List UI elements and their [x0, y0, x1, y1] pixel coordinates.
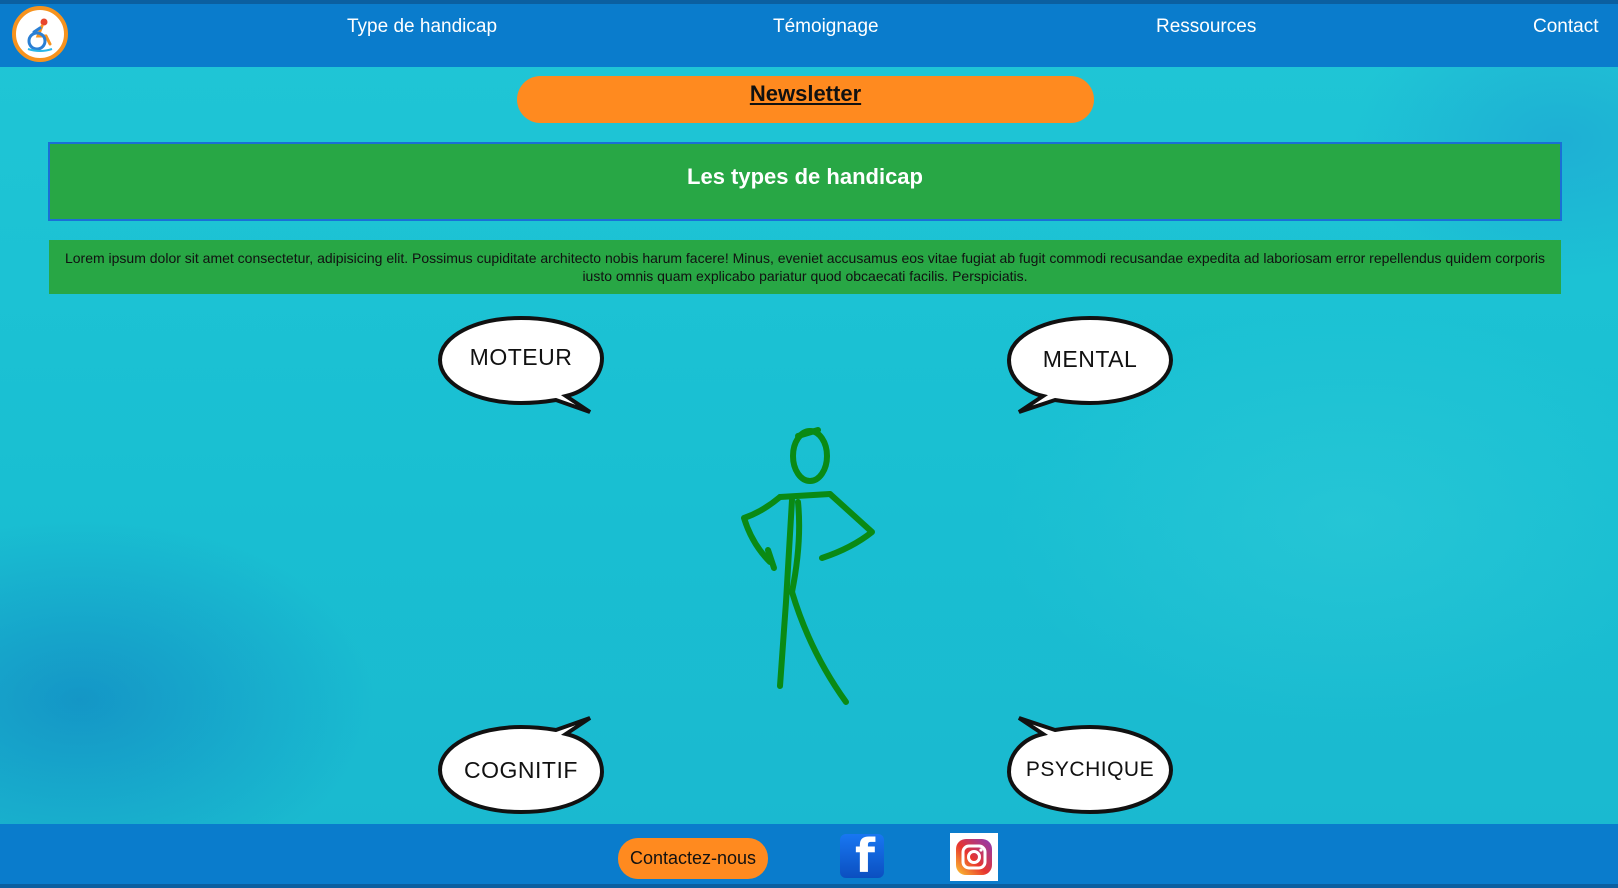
page-title: Les types de handicap — [687, 164, 923, 189]
person-figure-icon — [741, 427, 875, 705]
bubble-label-psychique: PSYCHIQUE — [1025, 758, 1155, 781]
intro-text: Lorem ipsum dolor sit amet consectetur, … — [49, 240, 1561, 294]
nav-temoignage[interactable]: Témoignage — [773, 16, 879, 38]
section-title-box: Les types de handicap — [48, 142, 1562, 221]
newsletter-label: Newsletter — [749, 81, 862, 106]
bubble-label-moteur: MOTEUR — [469, 344, 573, 370]
contact-us-button[interactable]: Contactez-nous — [618, 838, 768, 879]
bubble-label-cognitif: COGNITIF — [464, 757, 578, 783]
facebook-f-glyph: f — [854, 834, 875, 878]
footer: Contactez-nous f — [0, 824, 1618, 888]
newsletter-button[interactable]: Newsletter — [517, 76, 1094, 123]
facebook-icon[interactable]: f — [840, 834, 884, 878]
wheelchair-icon — [27, 18, 53, 52]
bubble-label-mental: MENTAL — [1042, 346, 1138, 372]
top-nav: Type de handicap Témoignage Ressources C… — [0, 0, 1618, 67]
nav-contact[interactable]: Contact — [1533, 16, 1598, 38]
nav-ressources[interactable]: Ressources — [1156, 16, 1256, 38]
site-logo[interactable] — [12, 6, 68, 62]
instagram-icon[interactable] — [950, 833, 998, 881]
instagram-logo — [956, 839, 992, 875]
bubble-cognitif[interactable]: COGNITIF — [436, 712, 606, 816]
bubble-mental[interactable]: MENTAL — [1005, 314, 1175, 418]
stick-figure-illustration — [730, 422, 890, 712]
bubble-moteur[interactable]: MOTEUR — [436, 314, 606, 418]
bubble-psychique[interactable]: PSYCHIQUE — [1005, 712, 1175, 816]
nav-type-de-handicap[interactable]: Type de handicap — [347, 16, 497, 38]
